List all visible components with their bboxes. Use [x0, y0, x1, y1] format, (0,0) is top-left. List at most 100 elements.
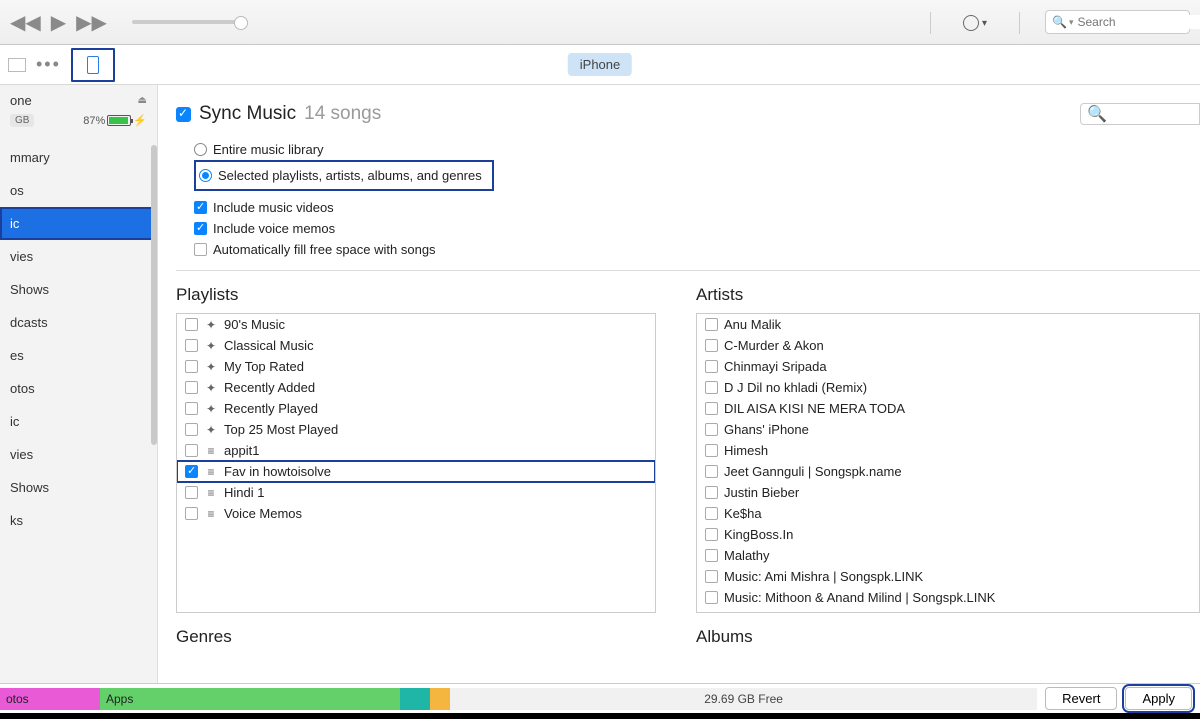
checkbox[interactable] [705, 423, 718, 436]
sidebar-item[interactable]: ks [0, 504, 157, 537]
global-search[interactable]: 🔍▾ [1045, 10, 1190, 34]
smart-playlist-icon: ✦ [204, 339, 218, 353]
artist-item[interactable]: Himesh [697, 440, 1199, 461]
sidebar-item[interactable]: ic [0, 405, 157, 438]
checkbox[interactable] [185, 339, 198, 352]
artist-item[interactable]: D J Dil no khladi (Remix) [697, 377, 1199, 398]
device-tab[interactable]: iPhone [568, 53, 632, 76]
artist-label: Ghans' iPhone [724, 422, 809, 437]
playlists-header: Playlists [176, 285, 656, 305]
apply-button[interactable]: Apply [1125, 687, 1192, 710]
artist-item[interactable]: KingBoss.In [697, 524, 1199, 545]
checkbox[interactable] [705, 465, 718, 478]
account-menu[interactable]: ▾ [930, 12, 1020, 34]
eject-icon[interactable]: ⏏ [138, 95, 147, 106]
checkbox[interactable] [705, 486, 718, 499]
sidebar-item[interactable]: Shows [0, 273, 157, 306]
playlist-icon: ≡ [204, 486, 218, 500]
sidebar-item[interactable]: vies [0, 438, 157, 471]
sidebar-item[interactable]: ic [0, 207, 157, 240]
checkbox[interactable] [705, 570, 718, 583]
artist-item[interactable]: Ke$ha [697, 503, 1199, 524]
playlist-item[interactable]: ≡Fav in howtoisolve [177, 461, 655, 482]
sidebar-item[interactable]: dcasts [0, 306, 157, 339]
checkbox[interactable] [705, 549, 718, 562]
checkbox[interactable] [705, 444, 718, 457]
smart-playlist-icon: ✦ [204, 402, 218, 416]
device-button[interactable] [71, 48, 115, 82]
checkbox[interactable] [705, 507, 718, 520]
next-button[interactable]: ▶▶ [76, 10, 107, 35]
artist-item[interactable]: Justin Bieber [697, 482, 1199, 503]
checkbox-include-videos[interactable]: Include music videos [194, 197, 1200, 218]
checkbox[interactable] [185, 318, 198, 331]
checkbox[interactable] [185, 402, 198, 415]
playlist-item[interactable]: ≡Voice Memos [177, 503, 655, 524]
search-input[interactable] [1077, 15, 1200, 29]
playlist-item[interactable]: ✦90's Music [177, 314, 655, 335]
playlist-label: My Top Rated [224, 359, 304, 374]
playlists-list[interactable]: ✦90's Music✦Classical Music✦My Top Rated… [176, 313, 656, 613]
window-titlebar: ◀◀ ▶ ▶▶ ▾ 🔍▾ [0, 0, 1200, 45]
checkbox[interactable] [705, 528, 718, 541]
sidebar-item[interactable]: os [0, 174, 157, 207]
checkbox[interactable] [705, 360, 718, 373]
artist-item[interactable]: Malathy [697, 545, 1199, 566]
sidebar-item[interactable]: vies [0, 240, 157, 273]
volume-slider[interactable] [132, 20, 242, 24]
checkbox-autofill[interactable]: Automatically fill free space with songs [194, 239, 1200, 260]
radio-selected-playlists[interactable]: Selected playlists, artists, albums, and… [199, 165, 482, 186]
checkbox[interactable] [185, 444, 198, 457]
artist-label: Chinmayi Sripada [724, 359, 827, 374]
playlist-item[interactable]: ≡appit1 [177, 440, 655, 461]
sync-music-checkbox[interactable] [176, 107, 191, 122]
storage-apps: Apps [100, 688, 400, 710]
more-icon[interactable]: ••• [36, 54, 61, 75]
sidebar-item[interactable]: Shows [0, 471, 157, 504]
playlist-item[interactable]: ✦Recently Added [177, 377, 655, 398]
checkbox-include-memos[interactable]: Include voice memos [194, 218, 1200, 239]
prev-button[interactable]: ◀◀ [10, 10, 41, 35]
artist-item[interactable]: Music: Ami Mishra | Songspk.LINK [697, 566, 1199, 587]
checkbox[interactable] [705, 381, 718, 394]
playlist-item[interactable]: ✦Classical Music [177, 335, 655, 356]
scrollbar[interactable] [151, 145, 157, 445]
checkbox[interactable] [705, 339, 718, 352]
checkbox[interactable] [185, 423, 198, 436]
checkbox[interactable] [185, 360, 198, 373]
artist-item[interactable]: DIL AISA KISI NE MERA TODA [697, 398, 1199, 419]
checkbox[interactable] [705, 318, 718, 331]
artist-item[interactable]: Chinmayi Sripada [697, 356, 1199, 377]
sidebar-item[interactable]: es [0, 339, 157, 372]
artist-item[interactable]: Jeet Gannguli | Songspk.name [697, 461, 1199, 482]
content-search[interactable]: 🔍 [1080, 103, 1200, 125]
artist-item[interactable]: Ghans' iPhone [697, 419, 1199, 440]
radio-entire-library[interactable]: Entire music library [194, 139, 1200, 160]
iphone-icon [87, 56, 99, 74]
playlist-item[interactable]: ✦Top 25 Most Played [177, 419, 655, 440]
playlist-item[interactable]: ≡Hindi 1 [177, 482, 655, 503]
chevron-down-icon: ▾ [982, 18, 987, 29]
artist-item[interactable]: C-Murder & Akon [697, 335, 1199, 356]
playlist-label: Top 25 Most Played [224, 422, 338, 437]
revert-button[interactable]: Revert [1045, 687, 1117, 710]
playlist-item[interactable]: ✦My Top Rated [177, 356, 655, 377]
checkbox[interactable] [185, 465, 198, 478]
sidebar-item[interactable]: mmary [0, 141, 157, 174]
category-button[interactable] [8, 58, 26, 72]
checkbox[interactable] [705, 402, 718, 415]
playlist-item[interactable]: ✦Recently Played [177, 398, 655, 419]
artists-list[interactable]: Anu MalikC-Murder & Akon Chinmayi Sripada… [696, 313, 1200, 613]
play-button[interactable]: ▶ [51, 10, 66, 35]
checkbox[interactable] [185, 381, 198, 394]
sidebar-list: mmaryosicviesShowsdcastsesotosicviesShow… [0, 141, 157, 537]
checkbox[interactable] [185, 486, 198, 499]
checkbox[interactable] [705, 591, 718, 604]
artist-item[interactable]: Anu Malik [697, 314, 1199, 335]
device-name: one [10, 93, 32, 108]
playlist-label: 90's Music [224, 317, 285, 332]
sidebar-item[interactable]: otos [0, 372, 157, 405]
artist-label: Justin Bieber [724, 485, 799, 500]
artist-item[interactable]: Music: Mithoon & Anand Milind | Songspk.… [697, 587, 1199, 608]
checkbox[interactable] [185, 507, 198, 520]
